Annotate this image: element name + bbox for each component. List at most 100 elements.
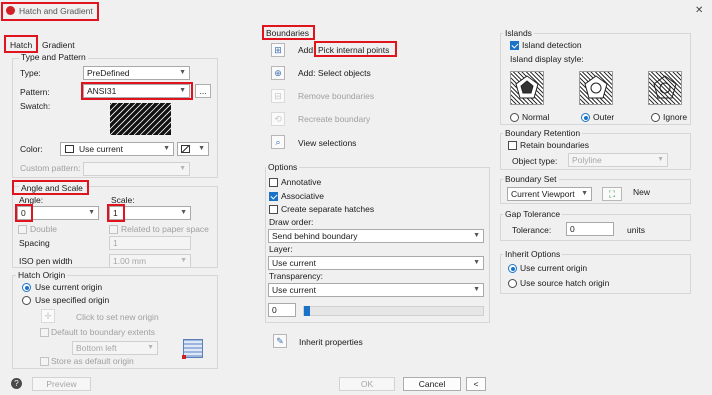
use-specified-origin-radio[interactable] [22,296,31,305]
pick-points-button[interactable]: Pick internal points [318,45,389,56]
select-objects-button[interactable]: Add: Select objects [298,68,371,79]
pattern-browse-button[interactable]: ... [195,84,211,98]
island-normal-radio[interactable] [510,113,519,122]
retain-boundaries-checkbox[interactable] [508,141,517,150]
transparency-label: Transparency: [269,271,324,281]
view-selections-button[interactable]: View selections [298,138,356,149]
set-origin-icon[interactable]: ✛ [41,309,55,323]
close-icon[interactable]: ✕ [695,5,703,16]
spacing-input[interactable]: 1 [109,236,191,250]
color-label: Color: [20,144,43,154]
ok-button[interactable]: OK [339,377,395,391]
boundaries-title: Boundaries [266,28,310,38]
recreate-boundary-icon[interactable]: ⟲ [271,112,285,126]
default-extents-label: Default to boundary extents [51,327,155,337]
remove-boundaries-button[interactable]: Remove boundaries [298,91,374,102]
double-checkbox[interactable] [18,225,27,234]
inherit-options-title: Inherit Options [503,249,563,260]
tolerance-units-label: units [627,225,645,235]
chevron-down-icon: ▼ [473,286,480,293]
inherit-current-origin-label: Use current origin [520,263,588,273]
default-extents-checkbox[interactable] [40,328,49,337]
preview-button[interactable]: Preview [32,377,91,391]
use-current-origin-radio[interactable] [22,283,31,292]
pattern-label: Pattern: [20,87,50,97]
custom-pattern-dropdown[interactable]: ▼ [83,162,190,176]
use-current-origin-label: Use current origin [35,282,103,292]
island-normal-icon[interactable] [510,71,544,105]
origin-position-dropdown[interactable]: Bottom left ▼ [72,341,158,355]
transparency-slider-track[interactable] [303,306,484,316]
inherit-properties-icon[interactable]: ✎ [273,334,287,348]
island-detection-checkbox[interactable] [510,41,519,50]
store-default-checkbox[interactable] [40,357,49,366]
chevron-down-icon: ▼ [180,209,187,216]
tab-gradient[interactable]: Gradient [42,40,75,51]
inherit-source-origin-radio[interactable] [508,279,517,288]
island-ignore-icon[interactable] [648,71,682,105]
chevron-down-icon: ▼ [180,257,187,264]
tolerance-input[interactable]: 0 [566,222,614,236]
boundary-set-dropdown[interactable]: Current Viewport ▼ [507,187,592,201]
ansi31-pattern-icon [110,103,171,135]
angle-dropdown[interactable]: 0 ▼ [17,206,99,220]
inherit-properties-button[interactable]: Inherit properties [299,337,363,348]
island-ignore-radio[interactable] [651,113,660,122]
islands-title: Islands [503,28,534,39]
boundary-set-title: Boundary Set [503,174,559,185]
remove-boundaries-icon[interactable]: ⊟ [271,89,285,103]
transparency-dropdown[interactable]: Use current ▼ [268,283,484,297]
tab-hatch[interactable]: Hatch [10,40,32,51]
scale-dropdown[interactable]: 1 ▼ [109,206,191,220]
chevron-down-icon: ▼ [657,156,664,163]
origin-preview-icon [182,339,203,359]
pattern-dropdown[interactable]: ANSI31 ▼ [83,84,190,98]
angle-label: Angle: [19,195,44,205]
new-boundary-set-label: New [633,187,651,197]
retention-title: Boundary Retention [503,128,583,139]
chevron-down-icon: ▼ [581,190,588,197]
use-specified-origin-label: Use specified origin [35,295,110,305]
relative-paper-checkbox[interactable] [109,225,118,234]
separate-hatches-checkbox[interactable] [269,205,278,214]
background-color-dropdown[interactable]: ▼ [177,142,209,156]
type-label: Type: [20,68,41,78]
island-normal-label: Normal [522,112,550,122]
annotative-checkbox[interactable] [269,178,278,187]
iso-pen-dropdown[interactable]: 1.00 mm ▼ [109,254,191,268]
chevron-down-icon: ▼ [473,259,480,266]
collapse-button[interactable]: < [466,377,486,391]
draw-order-label: Draw order: [269,217,314,227]
island-outer-icon[interactable] [579,71,613,105]
inherit-current-origin-radio[interactable] [508,264,517,273]
type-dropdown[interactable]: PreDefined ▼ [83,66,190,80]
retain-boundaries-label: Retain boundaries [520,140,589,150]
swatch-preview[interactable] [110,103,171,135]
island-outer-label: Outer [593,112,615,122]
new-boundary-set-icon[interactable]: ⛶ [602,187,622,201]
layer-dropdown[interactable]: Use current ▼ [268,256,484,270]
island-outer-radio[interactable] [581,113,590,122]
color-dropdown[interactable]: Use current ▼ [60,142,174,156]
scale-label: Scale: [111,195,135,205]
chevron-down-icon: ▼ [179,87,186,94]
options-title: Options [266,162,300,173]
select-objects-icon[interactable]: ⊕ [271,66,285,80]
draw-order-dropdown[interactable]: Send behind boundary ▼ [268,229,484,243]
object-type-dropdown[interactable]: Polyline ▼ [568,153,668,167]
help-icon[interactable]: ? [11,378,22,389]
window-title: Hatch and Gradient [19,6,93,16]
view-selections-icon[interactable]: ⌕ [271,135,285,149]
double-label: Double [30,224,57,234]
annotative-label: Annotative [281,177,322,187]
cancel-button[interactable]: Cancel [403,377,461,391]
associative-checkbox[interactable] [269,192,278,201]
island-ignore-label: Ignore [663,112,688,122]
transparency-value-input[interactable]: 0 [268,303,296,317]
transparency-slider-thumb[interactable] [304,306,310,316]
pick-points-icon[interactable]: ⊞ [271,43,285,57]
no-fill-icon [181,145,190,153]
associative-label: Associative [281,191,324,201]
recreate-boundary-button[interactable]: Recreate boundary [298,114,370,125]
chevron-down-icon: ▼ [147,344,154,351]
